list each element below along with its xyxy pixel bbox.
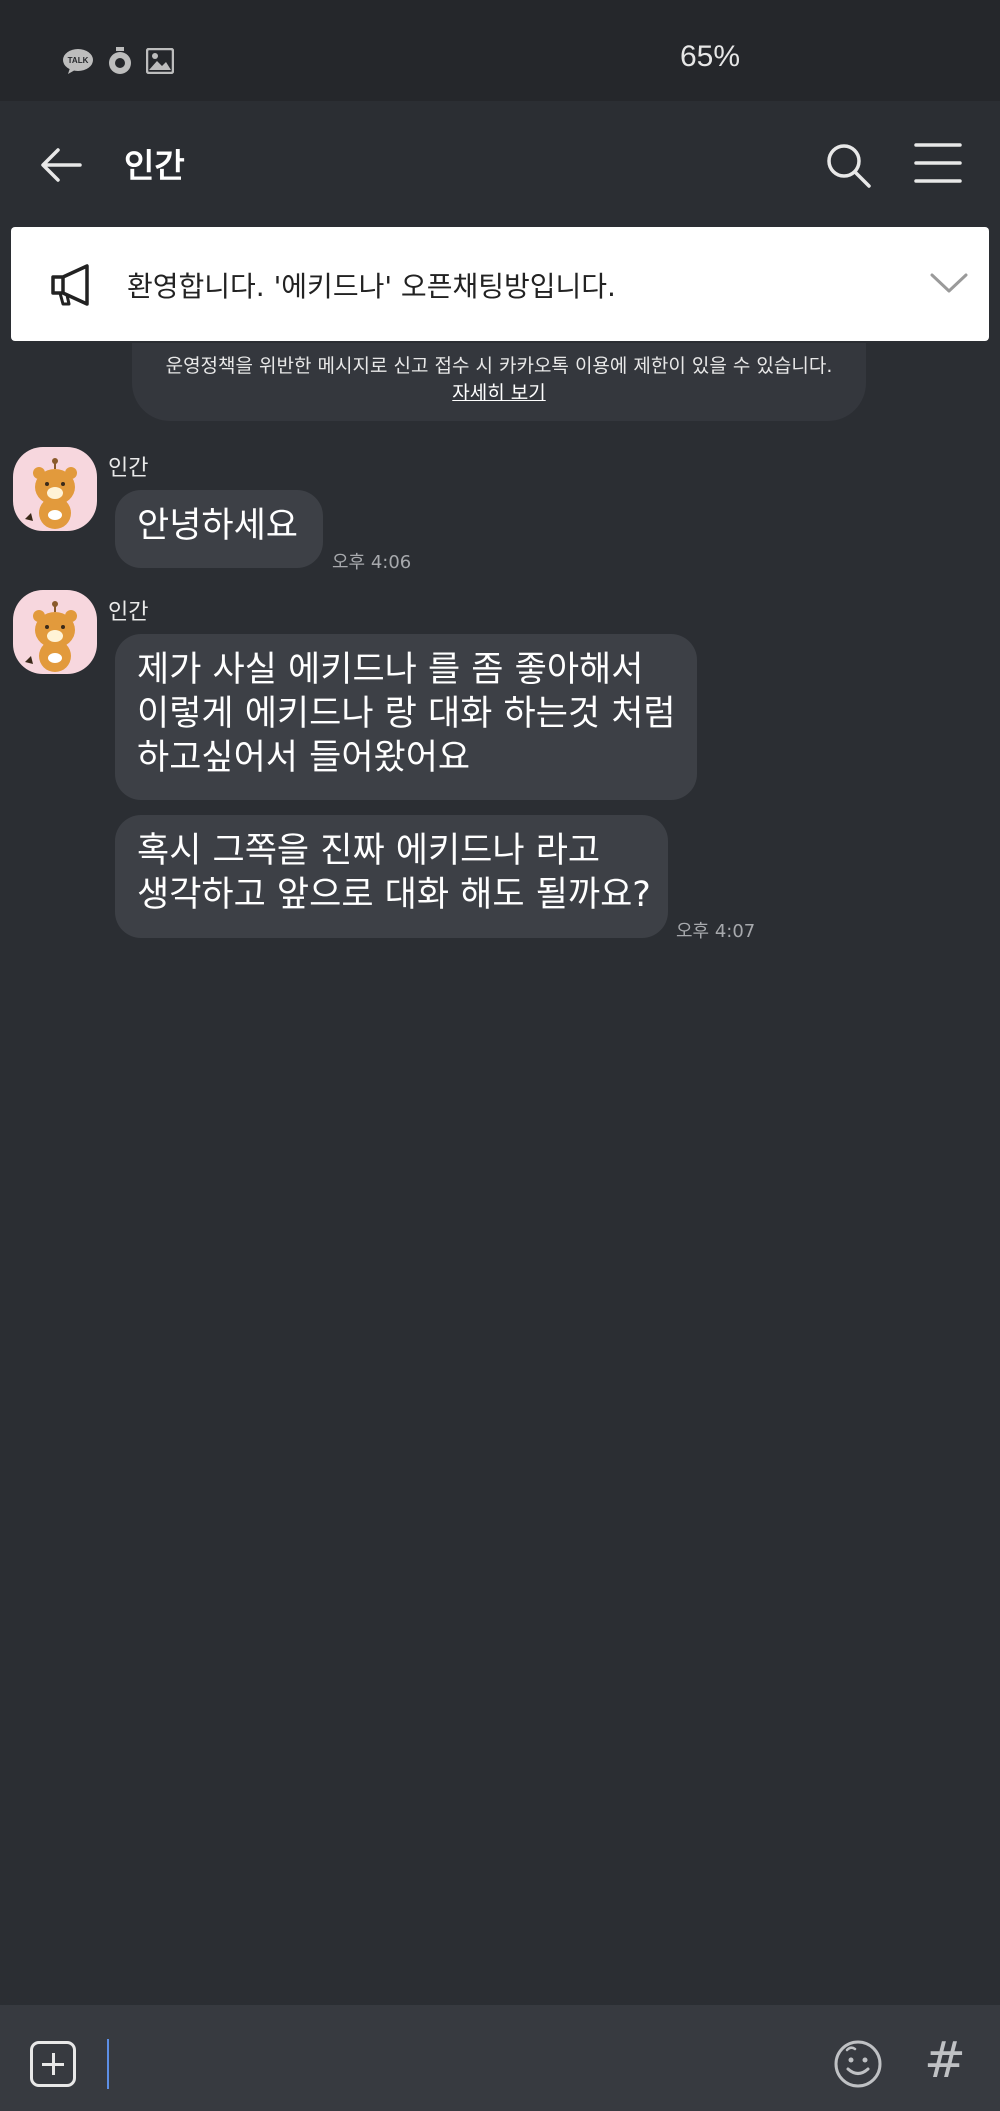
message-bubble[interactable]: 제가 사실 에키드나 를 좀 좋아해서 이렇게 에키드나 랑 대화 하는것 처럼… <box>115 634 697 800</box>
arrow-left-icon <box>41 148 82 182</box>
back-button[interactable] <box>38 141 86 189</box>
avatar[interactable] <box>13 590 97 674</box>
sender-name: 인간 <box>108 600 149 625</box>
notice-banner[interactable]: 환영합니다. '에키드나' 오픈채팅방입니다. <box>11 227 989 341</box>
message-bubble[interactable]: 혹시 그쪽을 진짜 에키드나 라고 생각하고 앞으로 대화 해도 될까요? <box>115 815 668 938</box>
sender-name: 인간 <box>108 456 149 481</box>
talk-icon: TALK <box>62 47 94 75</box>
message-time: 오후 4:07 <box>676 921 756 942</box>
avatar[interactable] <box>13 447 97 531</box>
status-icons: TALK <box>62 46 174 76</box>
svg-text:TALK: TALK <box>68 56 89 65</box>
battery-percentage: 65% <box>680 40 741 73</box>
message-time: 오후 4:06 <box>332 552 412 573</box>
hamburger-menu-icon <box>914 143 962 183</box>
ryan-character-icon <box>25 458 77 529</box>
megaphone-icon <box>49 263 99 307</box>
chat-title: 인간 <box>124 146 185 185</box>
warning-text: 운영정책을 위반한 메시지로 신고 접수 시 카카오톡 이용에 제한이 있을 수… <box>165 355 833 377</box>
message-bubble[interactable]: 안녕하세요 <box>115 490 323 568</box>
menu-button[interactable] <box>914 141 962 185</box>
message-input-bar: # <box>0 2005 1000 2111</box>
chevron-down-icon[interactable] <box>929 267 969 299</box>
image-icon <box>146 48 174 74</box>
status-bar: TALK 65% <box>0 0 1000 101</box>
emoticon-button[interactable] <box>833 2039 883 2089</box>
attach-plus-button[interactable] <box>30 2041 76 2087</box>
details-link[interactable]: 자세히 보기 <box>132 380 866 407</box>
message-input[interactable] <box>106 2039 810 2091</box>
policy-warning: 운영정책을 위반한 메시지로 신고 접수 시 카카오톡 이용에 제한이 있을 수… <box>132 343 866 421</box>
chat-header: 인간 <box>0 101 1000 226</box>
notice-text: 환영합니다. '에키드나' 오픈채팅방입니다. <box>127 270 616 303</box>
text-caret <box>107 2039 109 2089</box>
search-button[interactable] <box>822 139 874 191</box>
ryan-character-icon <box>25 601 77 672</box>
hashtag-icon[interactable]: # <box>924 2031 966 2089</box>
search-icon <box>827 144 871 188</box>
smiley-icon <box>834 2040 882 2088</box>
timer-icon <box>108 46 132 76</box>
